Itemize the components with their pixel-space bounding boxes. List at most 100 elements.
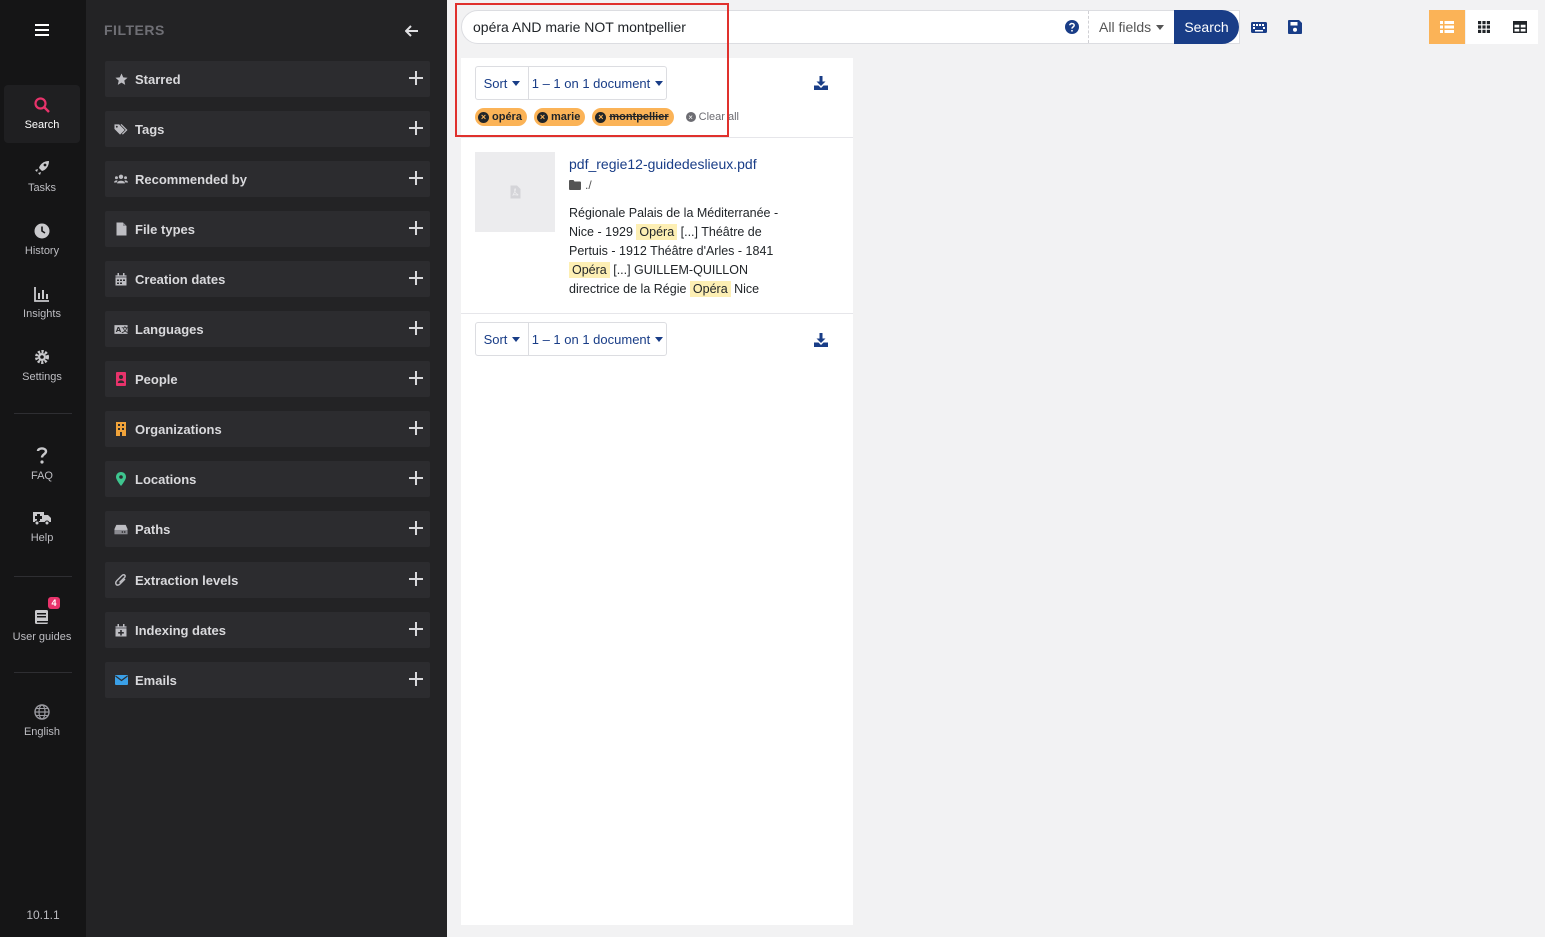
query-help-icon[interactable]	[1065, 20, 1079, 34]
building-icon	[116, 422, 126, 436]
range-label: 1 – 1 on 1 document	[531, 75, 651, 91]
filter-paths[interactable]: Paths	[105, 511, 430, 547]
expand-plus-icon[interactable]	[409, 521, 423, 535]
keyboard-icon[interactable]	[1251, 19, 1267, 35]
expand-plus-icon[interactable]	[409, 71, 423, 85]
nav-label: Search	[24, 119, 60, 131]
grid-view-toggle[interactable]	[1466, 10, 1502, 44]
filter-people[interactable]: People	[105, 361, 430, 397]
expand-plus-icon[interactable]	[409, 672, 423, 686]
document-path: ./	[569, 178, 592, 192]
query-term-chip-negated[interactable]: × montpellier	[592, 108, 674, 126]
nav-item-user-guides[interactable]: 4 User guides	[4, 597, 80, 655]
rocket-icon	[35, 161, 49, 175]
language-icon: A文	[114, 324, 128, 334]
nav-label: Tasks	[27, 182, 57, 194]
save-icon[interactable]	[1287, 19, 1303, 35]
filter-recommended-by[interactable]: Recommended by	[105, 161, 430, 197]
nav-divider	[14, 672, 72, 673]
arrow-left-icon	[405, 25, 418, 37]
question-icon	[36, 447, 48, 464]
filter-file-types[interactable]: File types	[105, 211, 430, 247]
download-icon[interactable]	[813, 75, 829, 91]
clear-all-button[interactable]: × Clear all	[685, 111, 739, 123]
nav-label: Insights	[23, 308, 61, 320]
list-view-toggle[interactable]	[1429, 10, 1465, 44]
filter-label: Creation dates	[135, 271, 226, 287]
caret-down-icon	[512, 336, 521, 342]
filter-organizations[interactable]: Organizations	[105, 411, 430, 447]
nav-item-history[interactable]: History	[4, 211, 80, 269]
search-input[interactable]	[473, 11, 1063, 43]
nav-item-insights[interactable]: Insights	[4, 274, 80, 332]
expand-plus-icon[interactable]	[409, 171, 423, 185]
expand-plus-icon[interactable]	[409, 622, 423, 636]
remove-term-icon[interactable]: ×	[536, 111, 548, 123]
filter-extraction-levels[interactable]: Extraction levels	[105, 562, 430, 598]
calendar-icon	[115, 272, 127, 285]
document-title-link[interactable]: pdf_regie12-guidedeslieux.pdf	[569, 156, 757, 172]
expand-plus-icon[interactable]	[409, 471, 423, 485]
nav-label: History	[24, 245, 60, 257]
expand-plus-icon[interactable]	[409, 572, 423, 586]
search-highlight: Opéra	[569, 262, 610, 278]
expand-plus-icon[interactable]	[409, 221, 423, 235]
collapse-filters-button[interactable]	[402, 22, 422, 40]
table-view-toggle[interactable]	[1502, 10, 1538, 44]
calendar-plus-icon	[115, 623, 127, 636]
range-label: 1 – 1 on 1 document	[531, 331, 651, 347]
paperclip-icon	[115, 574, 126, 586]
field-select[interactable]: All fields	[1088, 11, 1174, 43]
nav-item-tasks[interactable]: Tasks	[4, 148, 80, 206]
query-terms: × opéra × marie × montpellier × Clear all	[475, 108, 739, 126]
filter-tags[interactable]: Tags	[105, 111, 430, 147]
menu-icon[interactable]	[29, 20, 55, 40]
nav-item-search[interactable]: Search	[4, 85, 80, 143]
filter-creation-dates[interactable]: Creation dates	[105, 261, 430, 297]
grid-icon	[1478, 21, 1490, 33]
query-term-chip[interactable]: × opéra	[475, 108, 527, 126]
nav-label: FAQ	[30, 470, 53, 482]
search-highlight: Opéra	[636, 224, 678, 240]
filter-label: Emails	[135, 672, 177, 688]
users-icon	[114, 174, 128, 184]
chart-icon	[34, 287, 49, 302]
sort-dropdown[interactable]: Sort	[476, 67, 529, 99]
results-panel: Sort 1 – 1 on 1 document × opéra × marie ×…	[461, 58, 853, 925]
document-thumbnail[interactable]	[475, 152, 555, 232]
ambulance-icon	[33, 512, 51, 526]
filter-indexing-dates[interactable]: Indexing dates	[105, 612, 430, 648]
gear-icon	[35, 350, 49, 364]
filter-label: Organizations	[135, 421, 222, 437]
sort-dropdown[interactable]: Sort	[476, 323, 529, 355]
remove-term-icon[interactable]: ×	[595, 111, 607, 123]
sort-label: Sort	[483, 75, 508, 91]
expand-plus-icon[interactable]	[409, 371, 423, 385]
document-snippet: Régionale Palais de la Méditerranée - Ni…	[569, 206, 779, 297]
nav-item-settings[interactable]: Settings	[4, 337, 80, 395]
filter-label: Starred	[135, 71, 181, 87]
envelope-icon	[114, 675, 128, 685]
expand-plus-icon[interactable]	[409, 321, 423, 335]
download-icon[interactable]	[813, 332, 829, 348]
filter-emails[interactable]: Emails	[105, 662, 430, 698]
nav-item-language[interactable]: English	[4, 692, 80, 750]
nav-item-faq[interactable]: FAQ	[4, 435, 80, 493]
expand-plus-icon[interactable]	[409, 421, 423, 435]
filter-languages[interactable]: A文 Languages	[105, 311, 430, 347]
expand-plus-icon[interactable]	[409, 121, 423, 135]
expand-plus-icon[interactable]	[409, 271, 423, 285]
document-result: pdf_regie12-guidedeslieux.pdf ./ Régiona…	[461, 138, 853, 314]
range-dropdown[interactable]: 1 – 1 on 1 document	[529, 67, 666, 99]
range-dropdown[interactable]: 1 – 1 on 1 document	[529, 323, 666, 355]
book-icon	[35, 610, 48, 624]
query-term-chip[interactable]: × marie	[533, 108, 586, 126]
filter-label: Recommended by	[135, 171, 247, 187]
search-highlight: Opéra	[689, 281, 731, 297]
search-button[interactable]: Search	[1174, 10, 1239, 44]
filter-locations[interactable]: Locations	[105, 461, 430, 497]
remove-term-icon[interactable]: ×	[478, 111, 489, 123]
nav-item-help[interactable]: Help	[4, 498, 80, 556]
filter-starred[interactable]: Starred	[105, 61, 430, 97]
search-icon	[34, 97, 50, 113]
